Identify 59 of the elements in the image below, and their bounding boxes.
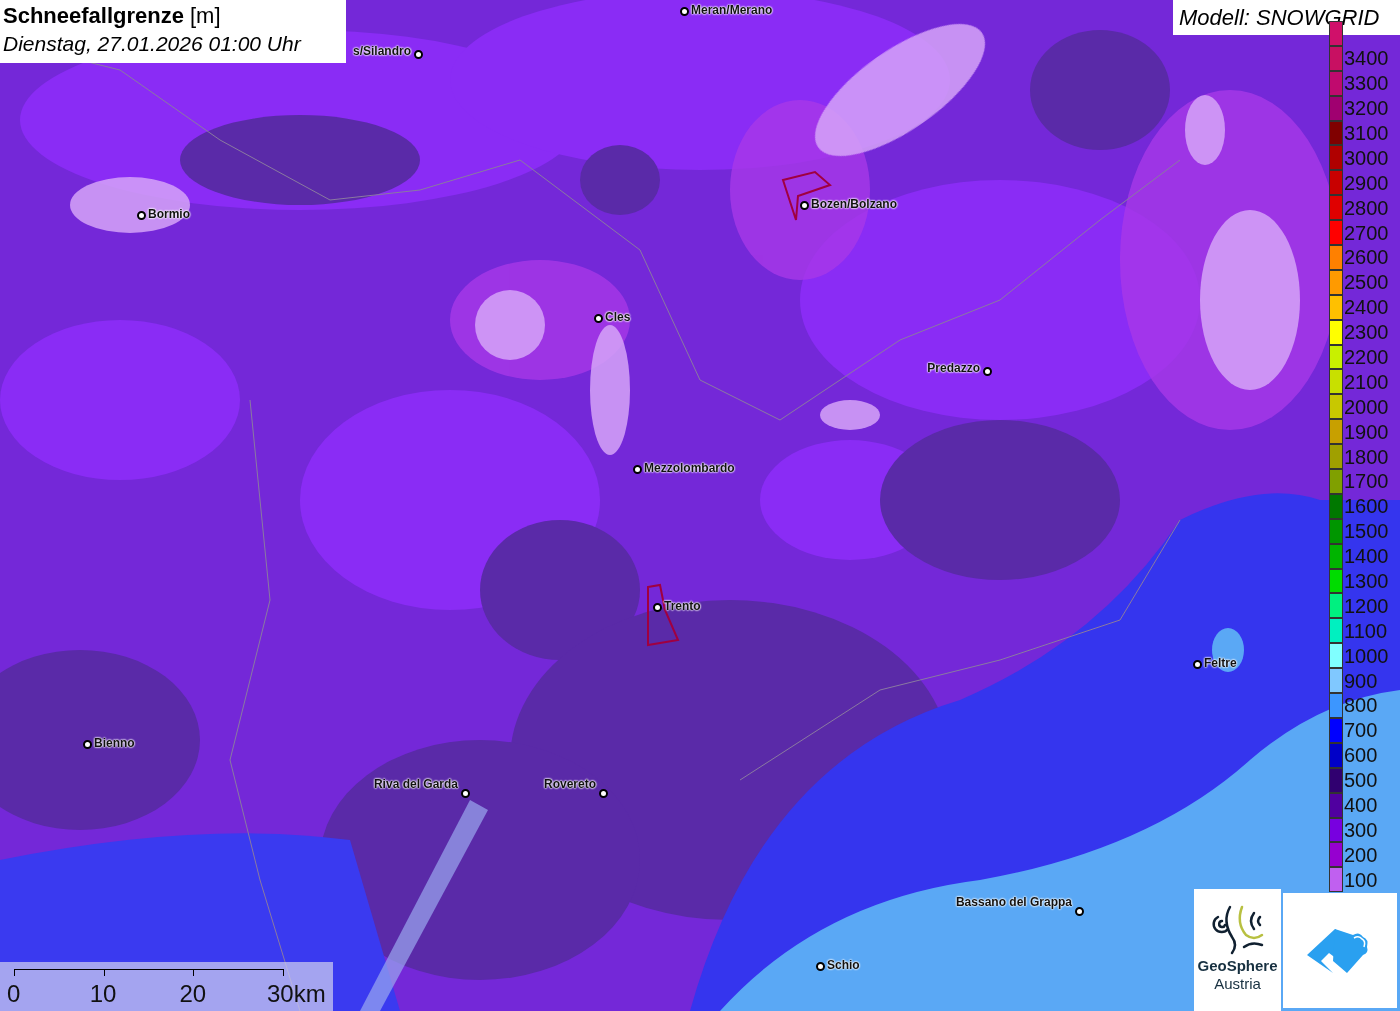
legend-label: 1900 [1344,421,1389,442]
contour-lines-icon [1209,903,1266,955]
place-label: Feltre [1204,657,1237,669]
scale-label: 30km [267,980,326,1008]
legend-label: 1500 [1344,521,1389,542]
legend-label: 300 [1344,819,1378,840]
place-label: Mezzolombardo [644,462,735,474]
legend-label: 200 [1344,844,1378,865]
legend-label: 3100 [1344,123,1389,143]
logo-text: Austria [1214,975,1261,993]
unit-label: [m] [189,2,221,30]
legend-label: 2600 [1344,247,1389,268]
model-label: Modell: SNOWGRID [1173,0,1400,35]
legend-label: 1600 [1344,496,1389,517]
place-label: Schio [827,959,860,971]
legend-label: 1100 [1344,620,1387,641]
legend-label: 1300 [1344,571,1389,592]
place-label: Bormio [148,208,190,220]
scale-label: 20 [179,980,207,1008]
place-label: Bienno [94,737,135,749]
legend-label: 900 [1344,670,1378,691]
legend-label: 500 [1344,770,1378,791]
legend-label: 2300 [1344,322,1389,343]
place-label: Bassano del Grappa [955,896,1072,908]
legend-label: 1700 [1344,471,1389,492]
legend-label: 1400 [1344,546,1389,567]
datetime-label: Dienstag, 27.01.2026 01:00 Uhr [3,31,303,57]
legend-label: 1000 [1344,645,1389,666]
legend-label: 2400 [1344,297,1389,318]
legend-label: 2900 [1344,172,1389,193]
legend-label: 100 [1344,869,1378,890]
place-label: Predazzo [927,362,980,374]
map-title: Schneefallgrenze [3,2,184,30]
legend-label: 3200 [1344,98,1389,119]
legend-label: 2200 [1344,347,1389,367]
legend-label: 3000 [1344,147,1389,168]
legend-label: 400 [1344,795,1378,816]
legend-label: 3300 [1344,73,1389,94]
legend-label: 600 [1344,745,1378,766]
place-label: Bozen/Bolzano [811,198,897,210]
legend-label: 3400 [1344,48,1389,69]
legend-label: 700 [1344,720,1378,741]
scale-label: 10 [89,980,117,1008]
place-label: Meran/Merano [691,4,773,16]
place-label: Trento [664,600,701,612]
scale-label: 0 [7,980,21,1008]
place-label: Cles [605,311,631,323]
legend-label: 1800 [1344,446,1389,467]
place-label: Rovereto [544,778,596,790]
logo-text: GeoSphere [1197,957,1278,975]
legend-label: 2000 [1344,396,1389,417]
place-label: s/Silandro [353,45,411,57]
legend-label: 2500 [1344,272,1389,293]
legend-label: 800 [1344,695,1378,716]
legend-label: 2700 [1344,222,1389,243]
place-label: Riva del Garda [373,778,458,790]
legend-label: 1200 [1344,595,1389,616]
legend-label: 2100 [1344,371,1389,392]
legend-label: 2800 [1344,197,1389,218]
